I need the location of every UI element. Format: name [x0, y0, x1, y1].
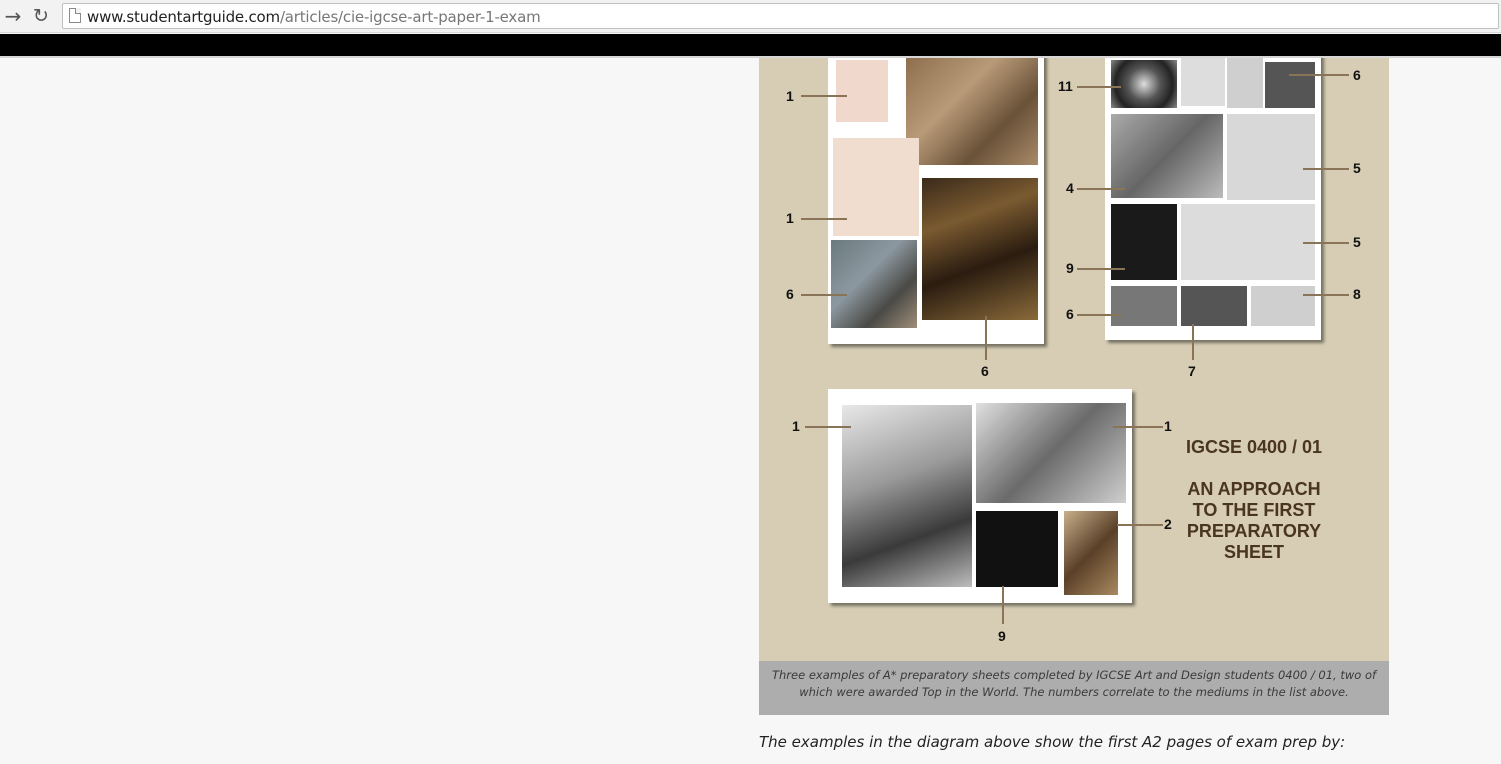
keys-sketch-1	[836, 60, 888, 122]
sheet-one	[828, 58, 1044, 344]
label-s2-d: 5	[1353, 160, 1361, 176]
label-s2-h: 6	[1066, 306, 1074, 322]
shells-pencil	[1227, 114, 1315, 200]
figure-subtitle: AN APPROACH TO THE FIRST PREPARATORY SHE…	[1164, 479, 1344, 563]
site-header-bar	[0, 34, 1501, 56]
keys-sketch-2	[833, 138, 919, 236]
shell-row-1	[1111, 286, 1177, 326]
crayfish-drawing	[1181, 204, 1315, 280]
label-s3-a: 1	[792, 418, 800, 434]
reload-icon[interactable]: ↻	[30, 5, 52, 27]
sheet-two	[1105, 58, 1321, 340]
sheet-three	[828, 389, 1132, 603]
label-s2-e: 5	[1353, 234, 1361, 250]
figure-caption: Three examples of A* preparatory sheets …	[759, 661, 1389, 715]
title-line-4: PREPARATORY	[1186, 521, 1322, 541]
title-line-1: IGCSE 0400 / 01	[1185, 437, 1323, 457]
label-s2-c: 4	[1066, 180, 1074, 196]
laundry-basket-drawing	[842, 405, 972, 587]
shell-sketch	[1181, 58, 1225, 106]
key-closeup-painting	[831, 240, 917, 328]
label-s2-b: 6	[1353, 67, 1361, 83]
url-text[interactable]: www.studentartguide.com/articles/cie-igc…	[87, 8, 541, 26]
page-icon	[69, 8, 81, 23]
sepia-fabric-drawing	[1064, 511, 1118, 595]
label-s3-d: 9	[998, 628, 1006, 644]
black-fabric-drawing	[976, 511, 1058, 587]
browser-toolbar: → ↻ www.studentartguide.com/articles/cie…	[0, 0, 1501, 33]
address-bar[interactable]: www.studentartguide.com/articles/cie-igc…	[62, 3, 1499, 29]
label-s2-a: 11	[1058, 78, 1073, 94]
figure-title: IGCSE 0400 / 01	[1164, 437, 1344, 458]
label-s2-i: 7	[1188, 363, 1196, 379]
back-arrow-icon[interactable]: →	[2, 5, 24, 27]
shell-row-3	[1251, 286, 1315, 326]
shell-drawing	[1227, 58, 1263, 108]
clothes-iron-drawing	[976, 403, 1126, 503]
article-paragraph: The examples in the diagram above show t…	[759, 733, 1346, 751]
label-s1-b: 1	[786, 210, 794, 226]
crayfish-sketch	[1111, 114, 1223, 198]
shell-row-2	[1181, 286, 1247, 326]
keys-collage	[906, 58, 1038, 165]
label-s3-b: 1	[1164, 418, 1172, 434]
label-s1-a: 1	[786, 88, 794, 104]
label-s2-f: 9	[1066, 260, 1074, 276]
label-s1-d: 6	[981, 363, 989, 379]
shell-spiral	[1111, 60, 1177, 108]
title-line-3: TO THE FIRST	[1192, 500, 1316, 520]
label-s1-c: 6	[786, 286, 794, 302]
title-line-2: AN APPROACH	[1187, 479, 1321, 499]
url-path: /articles/cie-igcse-art-paper-1-exam	[279, 8, 541, 26]
shell-dark	[1265, 62, 1315, 108]
rust-texture	[922, 178, 1038, 320]
preparatory-sheets-figure: 1 1 6 6 11 6 4 5 5 9 8 6 7 1 1 2 9 IGCSE…	[759, 58, 1389, 661]
url-domain: www.studentartguide.com	[87, 8, 280, 26]
title-line-5: SHEET	[1223, 542, 1284, 562]
label-s2-g: 8	[1353, 286, 1361, 302]
